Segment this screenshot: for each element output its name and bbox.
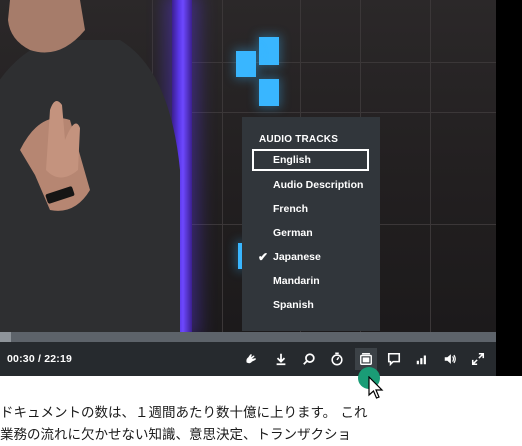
quality-button[interactable] xyxy=(413,350,431,368)
fullscreen-icon xyxy=(471,352,485,366)
audio-track-audio-description[interactable]: Audio Description xyxy=(252,174,369,196)
mouse-cursor-icon xyxy=(368,376,384,399)
menu-item-label: Japanese xyxy=(273,251,321,263)
checkmark-icon: ✔ xyxy=(258,250,269,264)
audio-track-french[interactable]: French xyxy=(252,198,369,220)
download-icon xyxy=(276,353,286,366)
article-text: ドキュメントの数は、１週間あたり数十億に上ります。 これ 業務の流れに欠かせない… xyxy=(0,402,522,446)
article-line: 業務の流れに欠かせない知識、意思決定、トランザクショ xyxy=(0,427,351,443)
sign-language-button[interactable] xyxy=(242,350,260,368)
time-display: 00:30 / 22:19 xyxy=(7,353,73,365)
captions-button[interactable] xyxy=(385,350,403,368)
menu-title: AUDIO TRACKS xyxy=(259,134,339,145)
playback-speed-icon xyxy=(331,352,343,366)
audio-track-english[interactable]: English xyxy=(252,149,369,171)
menu-item-label: French xyxy=(273,203,309,215)
progress-fill xyxy=(0,332,11,342)
volume-button[interactable] xyxy=(441,350,459,368)
menu-item-label: Spanish xyxy=(273,299,314,311)
fullscreen-button[interactable] xyxy=(469,350,487,368)
volume-icon xyxy=(444,354,456,364)
search-icon xyxy=(303,353,315,365)
download-button[interactable] xyxy=(272,350,290,368)
article-line: ドキュメントの数は、１週間あたり数十億に上ります。 これ xyxy=(0,405,368,421)
captions-icon xyxy=(387,352,401,366)
progress-bar[interactable] xyxy=(0,332,496,342)
audio-track-mandarin[interactable]: Mandarin xyxy=(252,270,369,292)
menu-item-label: Mandarin xyxy=(273,275,320,287)
letterbox-edge xyxy=(496,0,522,376)
audio-track-spanish[interactable]: Spanish xyxy=(252,294,369,316)
audio-tracks-icon xyxy=(360,353,372,365)
search-button[interactable] xyxy=(300,350,318,368)
playback-speed-button[interactable] xyxy=(328,350,346,368)
player-control-bar: 00:30 / 22:19 xyxy=(0,342,496,376)
sign-language-icon xyxy=(246,354,256,364)
menu-item-label: German xyxy=(273,227,313,239)
audio-tracks-menu: AUDIO TRACKS English Audio Description F… xyxy=(242,117,380,331)
menu-item-label: Audio Description xyxy=(273,179,364,191)
audio-track-german[interactable]: German xyxy=(252,222,369,244)
quality-icon xyxy=(416,355,426,365)
audio-track-japanese[interactable]: ✔ Japanese xyxy=(252,246,369,268)
menu-item-label: English xyxy=(273,154,311,166)
presenter-image xyxy=(0,0,180,332)
